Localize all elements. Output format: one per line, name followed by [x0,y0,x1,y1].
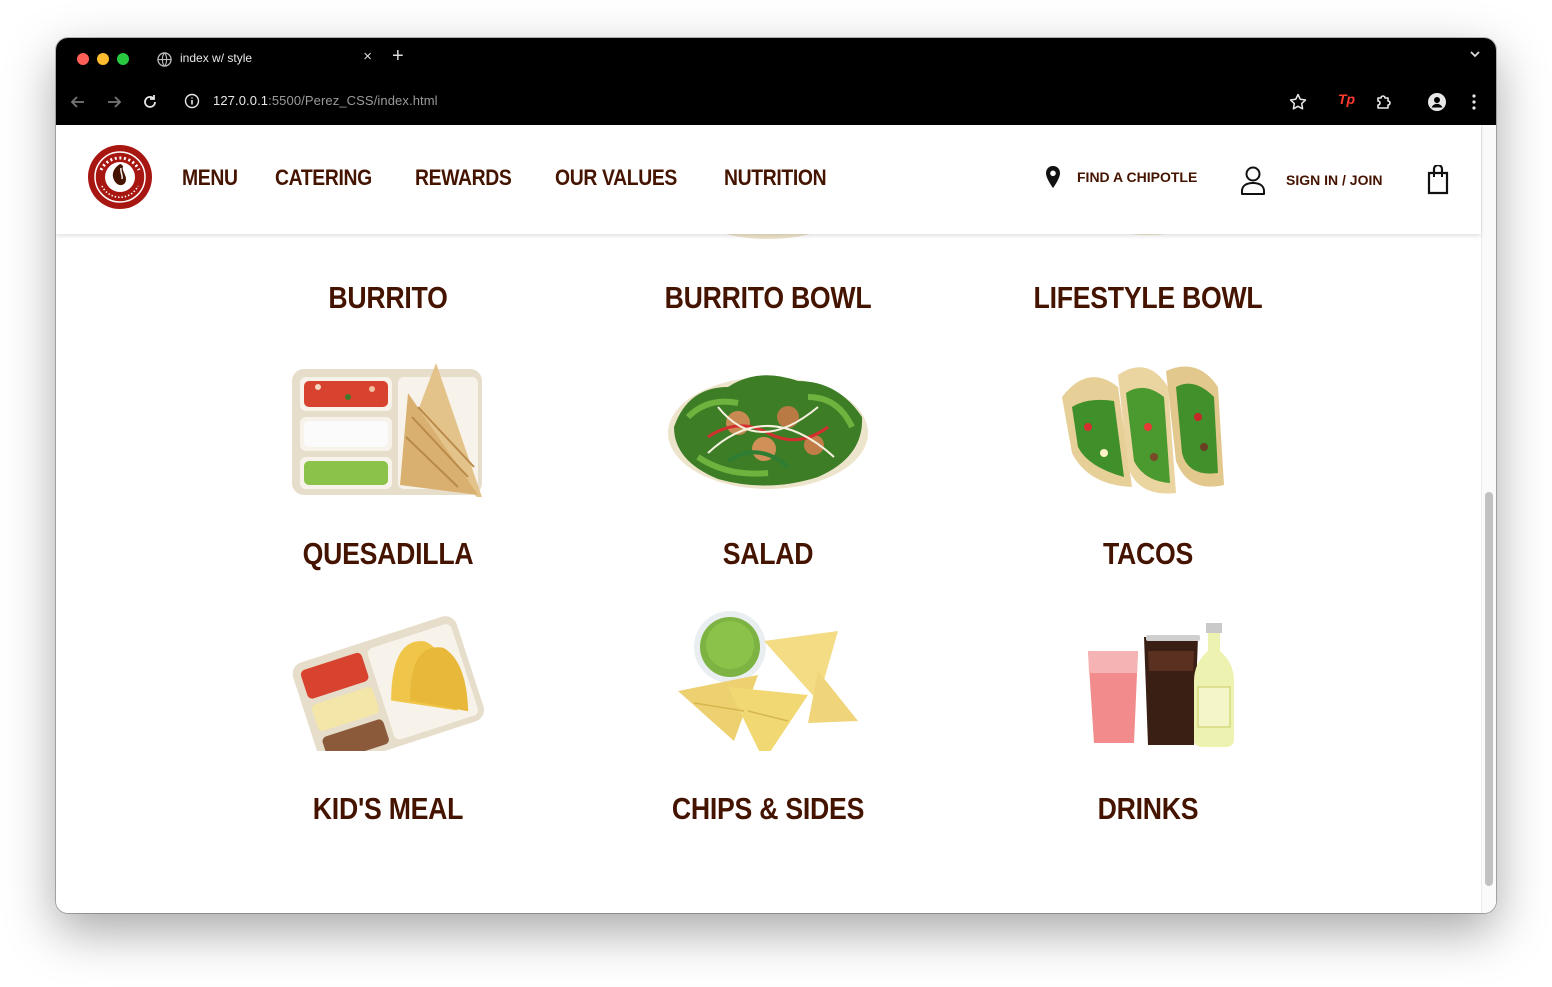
scrollbar[interactable] [1481,125,1496,913]
extensions-puzzle-icon[interactable] [1374,92,1394,112]
main-nav: MENU CATERING REWARDS OUR VALUES NUTRITI… [182,165,870,191]
browser-chrome: index w/ style × + 127.0.0.1:5500/Perez_… [56,38,1496,125]
find-a-chipotle-link[interactable]: FIND A CHIPOTLE [1044,165,1197,189]
new-tab-button[interactable]: + [392,45,404,68]
nav-catering[interactable]: CATERING [275,165,372,191]
menu-card[interactable]: CHIPS & SIDES [618,125,918,913]
nav-rewards[interactable]: REWARDS [415,165,512,191]
sign-in-link[interactable]: SIGN IN / JOIN [1240,165,1382,195]
extension-tp-icon[interactable]: Tp [1338,91,1358,111]
chips-image[interactable] [668,611,868,751]
url-host: 127.0.0.1 [213,93,269,108]
url-path: :5500/Perez_CSS/index.html [268,93,438,108]
tab-bar: index w/ style × + [56,38,1496,78]
reload-icon[interactable] [140,92,160,112]
forward-arrow-icon[interactable] [104,92,124,112]
back-arrow-icon[interactable] [68,92,88,112]
tab-close-icon[interactable]: × [363,48,372,65]
url-field[interactable]: 127.0.0.1:5500/Perez_CSS/index.html [213,93,438,108]
nav-our-values[interactable]: OUR VALUES [555,165,677,191]
chevron-down-icon[interactable] [1468,47,1482,61]
tab-title: index w/ style [180,51,253,65]
menu-item-name[interactable]: CHIPS & SIDES [639,791,897,827]
scrollbar-thumb[interactable] [1485,492,1493,886]
address-bar: 127.0.0.1:5500/Perez_CSS/index.html Tp [56,82,1496,122]
profile-avatar-icon[interactable] [1427,92,1447,112]
chipotle-logo[interactable] [87,144,153,210]
globe-icon [157,52,172,67]
kids-meal-image[interactable] [288,611,488,751]
minimize-window-button[interactable] [97,53,109,65]
menu-card[interactable]: DRINKS [998,125,1298,913]
menu-card[interactable]: KID'S MEAL [238,125,538,913]
menu-grid: BURRITO BURRITO BOWL LIFESTYLE BOWL QUES… [56,125,1481,913]
nav-menu[interactable]: MENU [182,165,238,191]
menu-item-name[interactable]: KID'S MEAL [259,791,517,827]
maximize-window-button[interactable] [117,53,129,65]
menu-item-name[interactable]: DRINKS [1019,791,1277,827]
close-window-button[interactable] [77,53,89,65]
location-pin-icon [1046,166,1060,188]
bookmark-star-icon[interactable] [1288,92,1308,112]
site-header: MENU CATERING REWARDS OUR VALUES NUTRITI… [56,125,1481,234]
browser-window: index w/ style × + 127.0.0.1:5500/Perez_… [56,38,1496,913]
page-viewport: BURRITO BURRITO BOWL LIFESTYLE BOWL QUES… [56,125,1496,913]
find-label: FIND A CHIPOTLE [1077,169,1198,185]
signin-label: SIGN IN / JOIN [1286,172,1383,188]
shopping-bag-icon[interactable] [1426,165,1450,195]
nav-nutrition[interactable]: NUTRITION [724,165,827,191]
more-menu-icon[interactable] [1464,92,1484,112]
drinks-image[interactable] [1048,611,1248,751]
browser-tab[interactable]: index w/ style × [146,44,382,78]
site-info-icon[interactable] [184,93,200,109]
user-icon [1241,166,1265,195]
